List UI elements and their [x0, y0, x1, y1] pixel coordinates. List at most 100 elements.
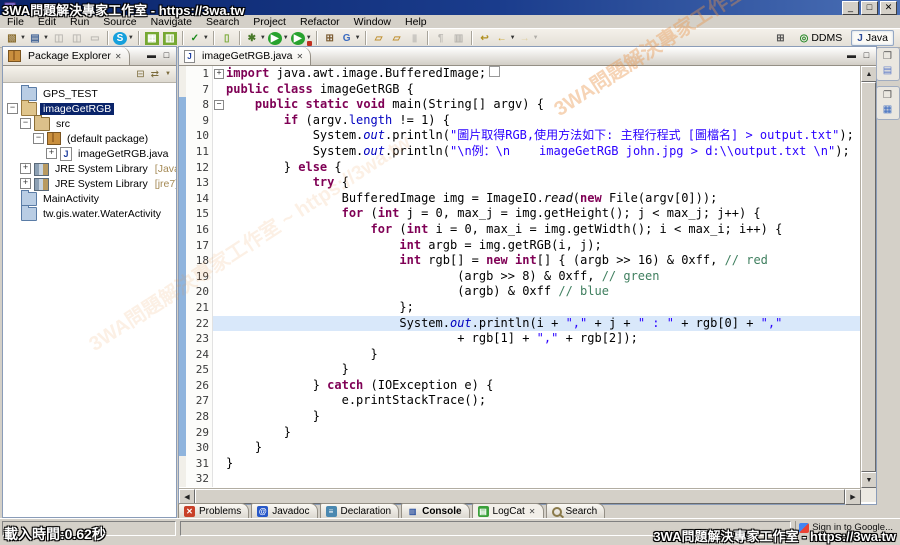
expand-icon[interactable]: +	[46, 148, 57, 159]
scroll-right-icon[interactable]: ▶	[845, 489, 861, 505]
fast-view-group-1: ❐▤	[876, 47, 900, 81]
tab-declaration[interactable]: ≡Declaration	[320, 503, 400, 519]
restore-view-icon[interactable]: ❐	[883, 52, 892, 62]
menu-navigate[interactable]: Navigate	[144, 16, 199, 28]
link-with-editor-icon[interactable]: ⇄	[151, 69, 159, 80]
range-indicator	[179, 331, 186, 347]
tab-problems[interactable]: ✕Problems	[178, 503, 249, 519]
task-checkbox-icon[interactable]: ✓▼	[188, 31, 209, 46]
menu-edit[interactable]: Edit	[31, 16, 63, 28]
code-text: }	[224, 362, 860, 378]
outline-view-icon[interactable]: ▤	[883, 66, 892, 76]
close-icon[interactable]: ✕	[529, 507, 536, 516]
fold-expanded-icon[interactable]: −	[214, 100, 224, 110]
menu-source[interactable]: Source	[96, 16, 143, 28]
menu-help[interactable]: Help	[398, 16, 434, 28]
view-menu-icon[interactable]: ▼	[165, 71, 171, 77]
menu-project[interactable]: Project	[246, 16, 293, 28]
last-edit-location-icon[interactable]: ↩	[477, 31, 493, 46]
restore-view-2-icon[interactable]: ❐	[883, 91, 892, 101]
minimize-button[interactable]: _	[842, 1, 859, 15]
tree-item-src[interactable]: −src	[3, 116, 176, 131]
tree-item--default-package-[interactable]: −(default package)	[3, 131, 176, 146]
tree-item-imagegetrgb[interactable]: −imageGetRGB	[3, 101, 176, 116]
block-selection-icon: ▥	[451, 31, 467, 46]
menu-search[interactable]: Search	[199, 16, 246, 28]
save-icon: ◫	[51, 31, 67, 46]
collapse-icon[interactable]: −	[20, 118, 31, 129]
tab-search[interactable]: Search	[546, 503, 606, 519]
status-bar: Sign in to Google...	[0, 518, 900, 545]
collapsed-code-icon[interactable]	[489, 66, 500, 77]
google-services-icon[interactable]: G▼	[340, 31, 361, 46]
fold-margin	[212, 269, 224, 285]
open-folder-icon[interactable]: ▱	[371, 31, 387, 46]
close-icon[interactable]: ✕	[296, 52, 303, 61]
new-android-project-icon[interactable]: ▯	[219, 31, 235, 46]
fold-margin: −	[212, 97, 224, 113]
menu-run[interactable]: Run	[63, 16, 96, 28]
tab-logcat[interactable]: ▤LogCat✕	[472, 503, 544, 519]
scroll-down-icon[interactable]: ▼	[861, 472, 876, 488]
tab-javadoc[interactable]: @Javadoc	[251, 503, 317, 519]
tree-item-jre-system-library[interactable]: +JRE System Library[jre7]	[3, 176, 176, 191]
open-folder-2-icon[interactable]: ▱	[389, 31, 405, 46]
vertical-scroll-thumb[interactable]	[861, 82, 876, 472]
collapse-all-icon[interactable]: ⊟	[136, 69, 144, 80]
maximize-view-icon[interactable]: □	[161, 51, 172, 62]
tab-imageGetRGB-java[interactable]: J imageGetRGB.java ✕	[179, 47, 311, 65]
code-editor[interactable]: 1+import java.awt.image.BufferedImage;7p…	[179, 66, 860, 488]
coverage-icon[interactable]: ⊞	[322, 31, 338, 46]
tab-console[interactable]: ▥Console	[401, 503, 469, 519]
close-icon[interactable]: ✕	[115, 52, 122, 61]
perspective-java[interactable]: JJava	[851, 30, 894, 46]
skype-icon[interactable]: S▼	[113, 31, 134, 46]
line-number: 17	[186, 238, 212, 254]
range-indicator	[179, 175, 186, 191]
horizontal-scroll-thumb[interactable]	[195, 489, 845, 504]
back-icon[interactable]: ←▼	[495, 31, 516, 46]
minimize-view-icon[interactable]: ▬	[146, 51, 157, 62]
line-number: 29	[186, 425, 212, 441]
new-java-project-icon[interactable]: ▤▼	[28, 31, 49, 46]
external-tools-icon[interactable]: ▶▼	[291, 31, 312, 46]
menu-refactor[interactable]: Refactor	[293, 16, 347, 28]
debug-icon[interactable]: ✱▼	[245, 31, 266, 46]
android-sdk-manager-icon[interactable]: ▦	[144, 31, 160, 46]
maximize-editor-icon[interactable]: □	[861, 51, 872, 62]
tab-label: Declaration	[341, 506, 392, 517]
fold-collapsed-icon[interactable]: +	[214, 69, 224, 79]
tree-item-jre-system-library[interactable]: +JRE System Library[JavaSE-1.7]	[3, 161, 176, 176]
tree-item-label: MainActivity	[40, 193, 102, 205]
minimize-editor-icon[interactable]: ▬	[846, 51, 857, 62]
line-number: 25	[186, 362, 212, 378]
tab-package-explorer[interactable]: Package Explorer ✕	[3, 47, 130, 65]
eclipse-window: _□✕ FileEditRunSourceNavigateSearchProje…	[0, 0, 900, 545]
menu-file[interactable]: File	[0, 16, 31, 28]
perspective-ddms[interactable]: ◎DDMS	[794, 30, 849, 46]
collapse-icon[interactable]: −	[7, 103, 18, 114]
tree-item-mainactivity[interactable]: MainActivity	[3, 191, 176, 206]
perspective-open-perspective[interactable]: ⊞	[770, 31, 790, 46]
tree-item-gps-test[interactable]: GPS_TEST	[3, 86, 176, 101]
expand-icon[interactable]: +	[20, 178, 31, 189]
scroll-up-icon[interactable]: ▲	[861, 66, 876, 82]
expand-icon[interactable]: +	[20, 163, 31, 174]
code-line-1: 1+import java.awt.image.BufferedImage;	[179, 66, 860, 82]
collapse-icon[interactable]: −	[33, 133, 44, 144]
tree-item-imagegetrgb-java[interactable]: +JimageGetRGB.java	[3, 146, 176, 161]
horizontal-scrollbar[interactable]: ◀ ▶	[179, 488, 861, 504]
hierarchy-view-icon[interactable]: ▦	[883, 105, 892, 115]
sign-in-to-google[interactable]: Sign in to Google...	[795, 521, 896, 534]
android-device-manager-icon[interactable]: ▥	[162, 31, 178, 46]
run-icon[interactable]: ▶▼	[268, 31, 289, 46]
maximize-button[interactable]: □	[861, 1, 878, 15]
code-line-16: 16 for (int i = 0, max_i = img.getWidth(…	[179, 222, 860, 238]
menu-window[interactable]: Window	[347, 16, 398, 28]
new-wizard-icon[interactable]: ▧▼	[5, 31, 26, 46]
close-button[interactable]: ✕	[880, 1, 897, 15]
vertical-scrollbar[interactable]: ▲ ▼	[860, 66, 876, 488]
tree-item-tw-gis-water-wateractivity[interactable]: tw.gis.water.WaterActivity	[3, 206, 176, 221]
fold-margin	[212, 456, 224, 472]
code-text: }	[224, 409, 860, 425]
